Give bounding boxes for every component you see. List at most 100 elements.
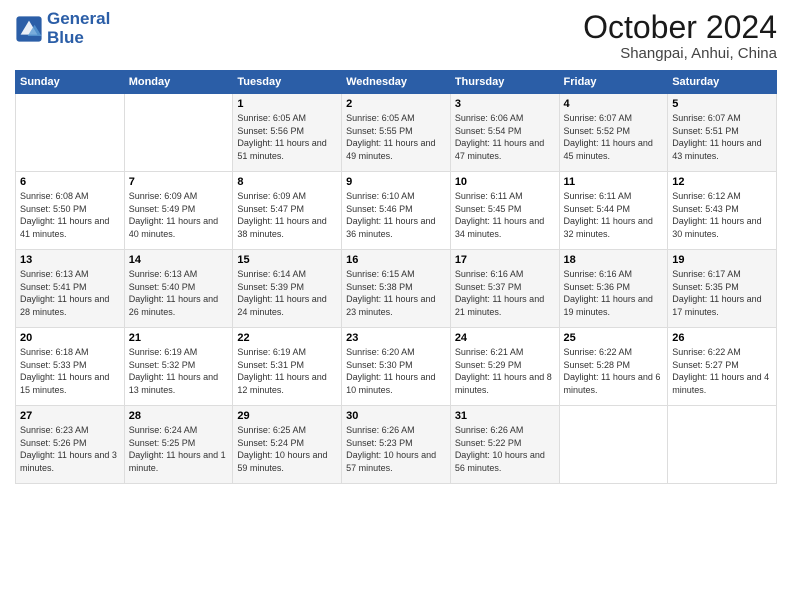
day-info: Sunrise: 6:15 AM Sunset: 5:38 PM Dayligh…	[346, 268, 446, 318]
day-cell: 8 Sunrise: 6:09 AM Sunset: 5:47 PM Daylig…	[233, 172, 342, 250]
day-cell: 18Sunrise: 6:16 AM Sunset: 5:36 PM Dayli…	[559, 250, 668, 328]
day-number: 8	[237, 176, 337, 188]
weekday-header-saturday: Saturday	[668, 71, 777, 94]
day-cell: 19Sunrise: 6:17 AM Sunset: 5:35 PM Dayli…	[668, 250, 777, 328]
day-number: 20	[20, 332, 120, 344]
calendar-table: SundayMondayTuesdayWednesdayThursdayFrid…	[15, 70, 777, 484]
day-cell: 16Sunrise: 6:15 AM Sunset: 5:38 PM Dayli…	[342, 250, 451, 328]
logo: General Blue	[15, 10, 110, 47]
day-info: Sunrise: 6:23 AM Sunset: 5:26 PM Dayligh…	[20, 424, 120, 474]
day-number: 25	[564, 332, 664, 344]
week-row-1: 1 Sunrise: 6:05 AM Sunset: 5:56 PM Daylig…	[16, 94, 777, 172]
month-title: October 2024	[583, 10, 777, 45]
day-info: Sunrise: 6:11 AM Sunset: 5:45 PM Dayligh…	[455, 190, 555, 240]
location-subtitle: Shangpai, Anhui, China	[583, 45, 777, 62]
weekday-header-tuesday: Tuesday	[233, 71, 342, 94]
day-number: 28	[129, 410, 229, 422]
day-number: 17	[455, 254, 555, 266]
day-cell: 20 Sunrise: 6:18 AM Sunset: 5:33 PM Dayli…	[16, 328, 125, 406]
day-info: Sunrise: 6:22 AM Sunset: 5:28 PM Dayligh…	[564, 346, 664, 396]
day-cell: 10 Sunrise: 6:11 AM Sunset: 5:45 PM Dayli…	[450, 172, 559, 250]
day-number: 15	[237, 254, 337, 266]
calendar-header: SundayMondayTuesdayWednesdayThursdayFrid…	[16, 71, 777, 94]
day-info: Sunrise: 6:05 AM Sunset: 5:56 PM Dayligh…	[237, 112, 337, 162]
day-number: 1	[237, 98, 337, 110]
day-cell	[559, 406, 668, 484]
day-cell: 9 Sunrise: 6:10 AM Sunset: 5:46 PM Daylig…	[342, 172, 451, 250]
day-cell: 12 Sunrise: 6:12 AM Sunset: 5:43 PM Dayli…	[668, 172, 777, 250]
day-cell	[124, 94, 233, 172]
day-info: Sunrise: 6:06 AM Sunset: 5:54 PM Dayligh…	[455, 112, 555, 162]
day-cell: 15 Sunrise: 6:14 AM Sunset: 5:39 PM Dayli…	[233, 250, 342, 328]
day-cell: 21Sunrise: 6:19 AM Sunset: 5:32 PM Dayli…	[124, 328, 233, 406]
day-number: 10	[455, 176, 555, 188]
day-number: 3	[455, 98, 555, 110]
day-cell: 4Sunrise: 6:07 AM Sunset: 5:52 PM Daylig…	[559, 94, 668, 172]
day-number: 2	[346, 98, 446, 110]
day-number: 26	[672, 332, 772, 344]
day-cell: 17 Sunrise: 6:16 AM Sunset: 5:37 PM Dayli…	[450, 250, 559, 328]
day-number: 7	[129, 176, 229, 188]
day-info: Sunrise: 6:26 AM Sunset: 5:23 PM Dayligh…	[346, 424, 446, 474]
day-cell: 30 Sunrise: 6:26 AM Sunset: 5:23 PM Dayli…	[342, 406, 451, 484]
day-cell: 11 Sunrise: 6:11 AM Sunset: 5:44 PM Dayli…	[559, 172, 668, 250]
logo-icon	[15, 15, 43, 43]
day-info: Sunrise: 6:13 AM Sunset: 5:41 PM Dayligh…	[20, 268, 120, 318]
day-cell: 14Sunrise: 6:13 AM Sunset: 5:40 PM Dayli…	[124, 250, 233, 328]
day-info: Sunrise: 6:08 AM Sunset: 5:50 PM Dayligh…	[20, 190, 120, 240]
day-info: Sunrise: 6:12 AM Sunset: 5:43 PM Dayligh…	[672, 190, 772, 240]
weekday-header-wednesday: Wednesday	[342, 71, 451, 94]
week-row-5: 27 Sunrise: 6:23 AM Sunset: 5:26 PM Dayli…	[16, 406, 777, 484]
day-number: 11	[564, 176, 664, 188]
day-info: Sunrise: 6:21 AM Sunset: 5:29 PM Dayligh…	[455, 346, 555, 396]
day-info: Sunrise: 6:09 AM Sunset: 5:47 PM Dayligh…	[237, 190, 337, 240]
day-number: 29	[237, 410, 337, 422]
week-row-2: 6 Sunrise: 6:08 AM Sunset: 5:50 PM Daylig…	[16, 172, 777, 250]
day-cell: 1 Sunrise: 6:05 AM Sunset: 5:56 PM Daylig…	[233, 94, 342, 172]
day-cell: 2 Sunrise: 6:05 AM Sunset: 5:55 PM Daylig…	[342, 94, 451, 172]
day-cell	[668, 406, 777, 484]
weekday-header-monday: Monday	[124, 71, 233, 94]
day-cell: 31Sunrise: 6:26 AM Sunset: 5:22 PM Dayli…	[450, 406, 559, 484]
day-number: 30	[346, 410, 446, 422]
weekday-row: SundayMondayTuesdayWednesdayThursdayFrid…	[16, 71, 777, 94]
day-number: 6	[20, 176, 120, 188]
day-number: 22	[237, 332, 337, 344]
day-info: Sunrise: 6:11 AM Sunset: 5:44 PM Dayligh…	[564, 190, 664, 240]
day-cell: 7 Sunrise: 6:09 AM Sunset: 5:49 PM Daylig…	[124, 172, 233, 250]
day-info: Sunrise: 6:20 AM Sunset: 5:30 PM Dayligh…	[346, 346, 446, 396]
day-info: Sunrise: 6:26 AM Sunset: 5:22 PM Dayligh…	[455, 424, 555, 474]
week-row-3: 13 Sunrise: 6:13 AM Sunset: 5:41 PM Dayli…	[16, 250, 777, 328]
day-cell: 6 Sunrise: 6:08 AM Sunset: 5:50 PM Daylig…	[16, 172, 125, 250]
day-number: 19	[672, 254, 772, 266]
day-info: Sunrise: 6:05 AM Sunset: 5:55 PM Dayligh…	[346, 112, 446, 162]
day-info: Sunrise: 6:19 AM Sunset: 5:31 PM Dayligh…	[237, 346, 337, 396]
day-cell: 5 Sunrise: 6:07 AM Sunset: 5:51 PM Daylig…	[668, 94, 777, 172]
day-cell: 13 Sunrise: 6:13 AM Sunset: 5:41 PM Dayli…	[16, 250, 125, 328]
day-info: Sunrise: 6:22 AM Sunset: 5:27 PM Dayligh…	[672, 346, 772, 396]
weekday-header-thursday: Thursday	[450, 71, 559, 94]
day-number: 23	[346, 332, 446, 344]
day-info: Sunrise: 6:19 AM Sunset: 5:32 PM Dayligh…	[129, 346, 229, 396]
day-info: Sunrise: 6:09 AM Sunset: 5:49 PM Dayligh…	[129, 190, 229, 240]
day-info: Sunrise: 6:18 AM Sunset: 5:33 PM Dayligh…	[20, 346, 120, 396]
calendar-body: 1 Sunrise: 6:05 AM Sunset: 5:56 PM Daylig…	[16, 94, 777, 484]
day-cell: 24Sunrise: 6:21 AM Sunset: 5:29 PM Dayli…	[450, 328, 559, 406]
day-cell: 27 Sunrise: 6:23 AM Sunset: 5:26 PM Dayli…	[16, 406, 125, 484]
day-info: Sunrise: 6:24 AM Sunset: 5:25 PM Dayligh…	[129, 424, 229, 474]
day-info: Sunrise: 6:16 AM Sunset: 5:37 PM Dayligh…	[455, 268, 555, 318]
day-number: 5	[672, 98, 772, 110]
header: General Blue October 2024 Shangpai, Anhu…	[15, 10, 777, 62]
day-number: 9	[346, 176, 446, 188]
day-number: 27	[20, 410, 120, 422]
day-number: 12	[672, 176, 772, 188]
day-number: 14	[129, 254, 229, 266]
day-number: 13	[20, 254, 120, 266]
day-info: Sunrise: 6:14 AM Sunset: 5:39 PM Dayligh…	[237, 268, 337, 318]
week-row-4: 20 Sunrise: 6:18 AM Sunset: 5:33 PM Dayli…	[16, 328, 777, 406]
title-area: October 2024 Shangpai, Anhui, China	[583, 10, 777, 62]
day-info: Sunrise: 6:10 AM Sunset: 5:46 PM Dayligh…	[346, 190, 446, 240]
logo-line1: General	[47, 10, 110, 29]
day-info: Sunrise: 6:07 AM Sunset: 5:51 PM Dayligh…	[672, 112, 772, 162]
weekday-header-sunday: Sunday	[16, 71, 125, 94]
